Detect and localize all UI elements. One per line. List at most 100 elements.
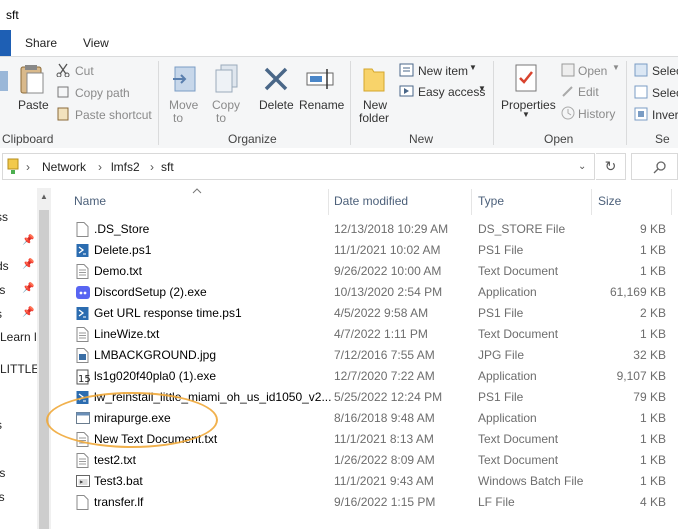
- nav-item[interactable]: ls: [0, 490, 5, 504]
- chevron-down-icon[interactable]: ▼: [469, 63, 477, 72]
- file-type: Application: [478, 285, 537, 299]
- file-date: 12/13/2018 10:29 AM: [334, 222, 449, 236]
- nav-item[interactable]: Learn l: [0, 330, 37, 344]
- column-divider[interactable]: [471, 189, 472, 215]
- breadcrumb-network[interactable]: Network: [42, 160, 86, 174]
- navigation-scrollbar[interactable]: ▲: [37, 188, 51, 529]
- invert-selection-button[interactable]: Inver: [652, 108, 678, 122]
- file-row[interactable]: LMBACKGROUND.jpg 7/12/2016 7:55 AM JPG Fil…: [68, 345, 678, 366]
- cut-button[interactable]: Cut: [75, 64, 94, 78]
- history-button[interactable]: History: [578, 107, 615, 121]
- properties-icon[interactable]: [513, 63, 539, 93]
- paste-shortcut-button[interactable]: Paste shortcut: [75, 108, 152, 122]
- tab-share[interactable]: Share: [25, 36, 57, 50]
- easy-access-button[interactable]: Easy access: [418, 85, 485, 99]
- select-none-button[interactable]: Selec: [652, 86, 678, 100]
- copy-path-button[interactable]: Copy path: [75, 86, 130, 100]
- address-box[interactable]: › Network › lmfs2 › sft ⌄: [2, 153, 595, 180]
- chevron-right-icon[interactable]: ›: [150, 160, 154, 174]
- file-date: 5/25/2022 12:24 PM: [334, 390, 443, 404]
- ribbon: Paste Cut Copy path Paste shortcut Clipb…: [0, 56, 678, 150]
- tab-view[interactable]: View: [83, 36, 109, 50]
- column-header-size[interactable]: Size: [598, 194, 621, 208]
- pin-icon: 📌: [22, 235, 35, 246]
- file-type: JPG File: [478, 348, 525, 362]
- nav-item[interactable]: s: [0, 307, 2, 321]
- select-all-button[interactable]: Selec: [652, 64, 678, 78]
- select-none-icon[interactable]: [634, 85, 648, 99]
- nav-item[interactable]: ss: [0, 210, 8, 224]
- breadcrumb-lmfs2[interactable]: lmfs2: [111, 160, 140, 174]
- copy-to-icon[interactable]: [213, 63, 241, 95]
- chevron-down-icon[interactable]: ▼: [522, 110, 530, 119]
- chevron-down-icon[interactable]: ▼: [612, 63, 620, 72]
- file-size: 1 KB: [639, 411, 666, 425]
- chevron-down-icon[interactable]: ⌄: [578, 161, 586, 172]
- paste-button[interactable]: Paste: [18, 98, 49, 112]
- new-folder-button[interactable]: New: [363, 98, 387, 112]
- delete-icon[interactable]: [262, 65, 290, 93]
- file-row[interactable]: transfer.lf 9/16/2022 1:15 PM LF File 4 KB: [68, 492, 678, 513]
- file-size: 9 KB: [639, 222, 666, 236]
- delete-button[interactable]: Delete: [259, 98, 294, 112]
- column-header-type[interactable]: Type: [478, 194, 504, 208]
- refresh-button[interactable]: ↻: [596, 153, 626, 180]
- nav-item[interactable]: ts: [0, 283, 5, 297]
- rename-button[interactable]: Rename: [299, 98, 344, 112]
- chevron-down-icon[interactable]: ▼: [478, 84, 486, 93]
- edit-button[interactable]: Edit: [578, 85, 599, 99]
- tab-file[interactable]: [0, 30, 11, 56]
- new-item-icon[interactable]: [399, 62, 415, 78]
- copy-path-icon[interactable]: [56, 85, 70, 99]
- file-list: Name Date modified Type Size .DS_Store 12…: [51, 185, 678, 529]
- cut-icon[interactable]: [56, 63, 70, 77]
- chevron-right-icon[interactable]: ›: [26, 160, 30, 174]
- rename-icon[interactable]: [305, 65, 335, 93]
- edit-icon[interactable]: [560, 83, 576, 99]
- scroll-up-icon[interactable]: ▲: [40, 192, 48, 201]
- open-icon[interactable]: [560, 62, 576, 78]
- paste-shortcut-icon[interactable]: [56, 107, 70, 121]
- file-row[interactable]: LineWize.txt 4/7/2022 1:11 PM Text Documen…: [68, 324, 678, 345]
- file-row[interactable]: DiscordSetup (2).exe 10/13/2020 2:54 PM Ap…: [68, 282, 678, 303]
- select-all-icon[interactable]: [634, 63, 648, 77]
- file-row[interactable]: 15 ls1g020f40pla0 (1).exe 12/7/2020 7:22 A…: [68, 366, 678, 387]
- file-name: Delete.ps1: [94, 243, 152, 257]
- chevron-right-icon[interactable]: ›: [98, 160, 102, 174]
- invert-selection-icon[interactable]: [634, 107, 648, 121]
- scrollbar-thumb[interactable]: [39, 210, 49, 529]
- history-icon[interactable]: [560, 105, 576, 121]
- nav-item[interactable]: s: [0, 418, 2, 432]
- move-to-button[interactable]: Move: [169, 98, 198, 112]
- discord-icon: [76, 285, 90, 300]
- file-size: 9,107 KB: [616, 369, 666, 383]
- search-input[interactable]: [631, 153, 678, 180]
- file-row[interactable]: Demo.txt 9/26/2022 10:00 AM Text Document 1…: [68, 261, 678, 282]
- column-header-date[interactable]: Date modified: [334, 194, 408, 208]
- organize-group-label: Organize: [228, 132, 277, 146]
- image-file-icon: [76, 348, 89, 363]
- file-row[interactable]: Delete.ps1 11/1/2021 10:02 AM PS1 File 1 KB: [68, 240, 678, 261]
- new-folder-icon[interactable]: [362, 65, 386, 93]
- column-divider[interactable]: [591, 189, 592, 215]
- new-item-button[interactable]: New item: [418, 64, 468, 78]
- move-to-icon[interactable]: [171, 63, 199, 95]
- column-divider[interactable]: [671, 189, 672, 215]
- file-row[interactable]: Get URL response time.ps1 4/5/2022 9:58 A…: [68, 303, 678, 324]
- nav-item[interactable]: LITTLE: [0, 362, 37, 376]
- nav-item[interactable]: ts: [0, 466, 5, 480]
- paste-icon[interactable]: [19, 63, 45, 95]
- text-file-icon: [76, 264, 89, 279]
- pin-to-quick-access-icon[interactable]: [0, 67, 12, 95]
- file-row[interactable]: test2.txt 1/26/2022 8:09 AM Text Document 1…: [68, 450, 678, 471]
- column-divider[interactable]: [328, 189, 329, 215]
- open-button[interactable]: Open: [578, 64, 607, 78]
- nav-item[interactable]: ds: [0, 259, 9, 273]
- copy-to-button[interactable]: Copy: [212, 98, 240, 112]
- file-row[interactable]: .DS_Store 12/13/2018 10:29 AM DS_STORE Fil…: [68, 219, 678, 240]
- file-row[interactable]: Test3.bat 11/1/2021 9:43 AM Windows Batch …: [68, 471, 678, 492]
- column-header-name[interactable]: Name: [74, 194, 106, 208]
- breadcrumb-sft[interactable]: sft: [161, 160, 174, 174]
- easy-access-icon[interactable]: [399, 83, 415, 99]
- file-size: 1 KB: [639, 432, 666, 446]
